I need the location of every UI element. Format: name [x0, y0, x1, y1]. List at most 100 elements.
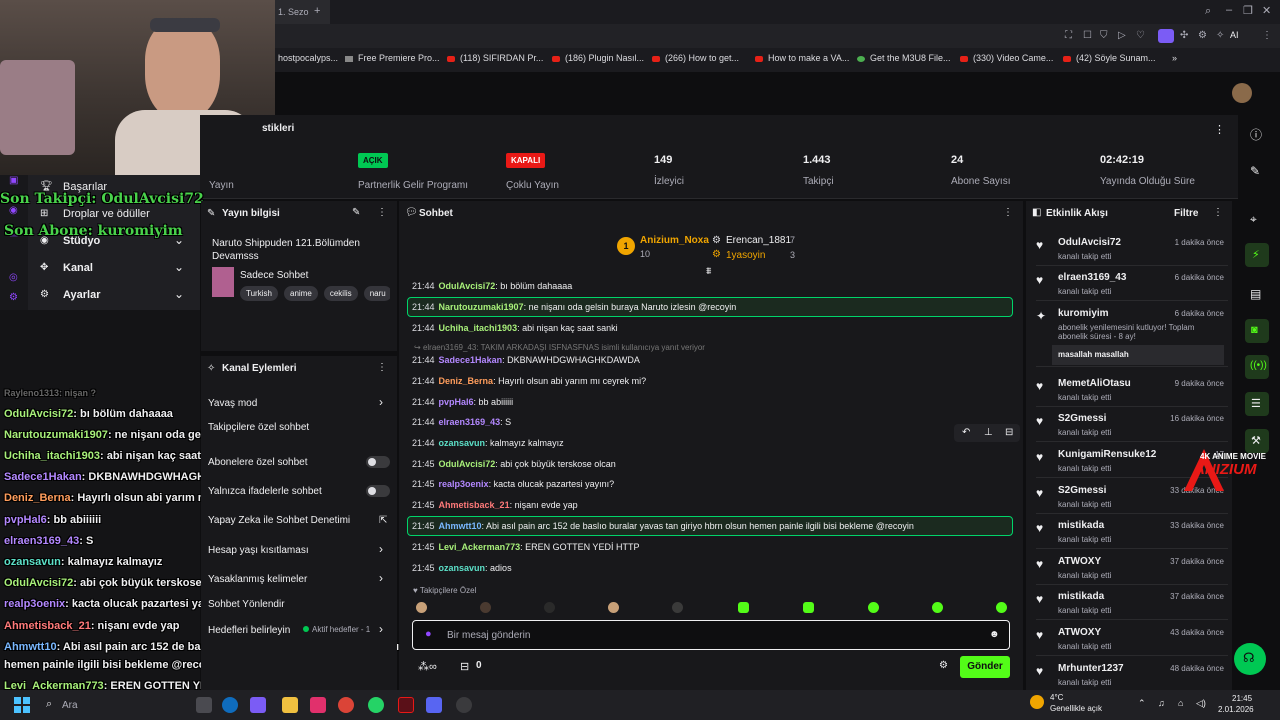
- action-raid[interactable]: Sohbet Yönlendir: [208, 599, 285, 610]
- support-button[interactable]: ☊: [1234, 643, 1266, 675]
- bookmark-item[interactable]: Free Premiere Pro...: [345, 53, 440, 63]
- maximize-icon[interactable]: ❐: [1243, 4, 1253, 17]
- emote[interactable]: [480, 602, 491, 613]
- action-emote-only[interactable]: Yalnızca ifadelerle sohbet: [208, 486, 322, 497]
- instagram-icon[interactable]: [310, 697, 326, 713]
- chat-username[interactable]: Sadece1Hakan: [439, 355, 503, 365]
- bookmarks-overflow-icon[interactable]: »: [1172, 53, 1177, 63]
- taskview-icon[interactable]: [196, 697, 212, 713]
- emote[interactable]: [738, 602, 749, 613]
- chat-message[interactable]: 21:44 Uchiha_itachi1903: abi nişan kaç sa…: [412, 323, 618, 333]
- subs-only-toggle[interactable]: [366, 456, 390, 468]
- screenshot-icon[interactable]: ⛶: [1065, 30, 1072, 41]
- shield-icon[interactable]: ⛉: [1100, 30, 1108, 41]
- chat-button[interactable]: ◙: [1245, 319, 1269, 343]
- action-goals[interactable]: Hedefleri belirleyin: [208, 625, 290, 636]
- chat-message[interactable]: 21:44 pvpHal6: bb abiiiiii: [412, 397, 513, 407]
- leader-name[interactable]: Erencan_1881: [726, 235, 791, 246]
- taskbar-search-icon[interactable]: ⌕: [46, 698, 52, 711]
- chat-username[interactable]: OdulAvcisi72: [439, 459, 496, 469]
- obs-icon[interactable]: [456, 697, 472, 713]
- action-banned-words[interactable]: Yasaklanmış kelimeler: [208, 574, 307, 585]
- heart-outline-icon[interactable]: ♡: [1136, 30, 1145, 41]
- chat-username[interactable]: Narutouzumaki1907: [439, 302, 524, 312]
- volume-icon[interactable]: ◁): [1196, 698, 1206, 709]
- ai-label[interactable]: AI: [1230, 30, 1239, 40]
- emote[interactable]: [932, 602, 943, 613]
- action-slow-mode[interactable]: Yavaş mod: [208, 398, 257, 409]
- weather-icon[interactable]: [1030, 695, 1044, 709]
- bookmark-item[interactable]: hostpocalyps...: [278, 53, 338, 63]
- copilot-icon[interactable]: [250, 697, 266, 713]
- new-tab-icon[interactable]: +: [314, 5, 320, 17]
- chat-message[interactable]: 21:44 OdulAvcisi72: bı bölüm dahaaaa: [412, 281, 572, 291]
- emote[interactable]: [803, 602, 814, 613]
- activity-item[interactable]: ♥ ATWOXY kanalı takip etti 37 dakika önce: [1036, 555, 1228, 585]
- pin-icon[interactable]: ⩩: [706, 266, 711, 277]
- chrome-icon[interactable]: [338, 697, 354, 713]
- chat-message[interactable]: 21:44 Sadece1Hakan: DKBNAWHDGWHAGHKDAWDA: [412, 355, 640, 365]
- activity-item[interactable]: ♥ elraen3169_43 kanalı takip etti 6 dakika …: [1036, 271, 1228, 301]
- action-account-age[interactable]: Hesap yaşı kısıtlaması: [208, 545, 309, 556]
- chat-message[interactable]: 21:45 Ahmetisback_21: nişanı evde yap: [412, 500, 578, 510]
- puzzle-icon[interactable]: ✣: [1180, 30, 1188, 41]
- chat-username[interactable]: ozansavun: [439, 438, 486, 448]
- play-icon[interactable]: ▷: [1118, 30, 1126, 41]
- activity-item[interactable]: ♥ mistikada kanalı takip etti 33 dakika önc…: [1036, 519, 1228, 549]
- action-subs-only[interactable]: Abonelere özel sohbet: [208, 457, 308, 468]
- minimize-icon[interactable]: –: [1226, 4, 1232, 16]
- close-icon[interactable]: ✕: [1262, 4, 1271, 17]
- settings-icon[interactable]: ⚙: [1198, 30, 1207, 41]
- layout-button[interactable]: ☰: [1245, 392, 1269, 416]
- rail-icon[interactable]: ◎: [9, 272, 18, 283]
- opera-icon[interactable]: [398, 697, 414, 713]
- tag[interactable]: anime: [284, 286, 318, 301]
- chat-message[interactable]: 21:44 Narutouzumaki1907: ne nişanı oda ge…: [412, 302, 736, 312]
- bookmark-item[interactable]: How to make a VA...: [755, 53, 849, 63]
- browser-tab[interactable]: 1. Sezo: [270, 0, 330, 24]
- chat-message[interactable]: 21:44 elraen3169_43: S: [412, 417, 511, 427]
- points-icon[interactable]: ⁂∞: [418, 660, 437, 673]
- activity-item[interactable]: ♥ ATWOXY kanalı takip etti 43 dakika önce: [1036, 626, 1228, 656]
- chat-message[interactable]: 21:45 Levi_Ackerman773: EREN GOTTEN YEDİ …: [412, 542, 639, 552]
- pencil-icon[interactable]: ✎: [1250, 164, 1260, 178]
- emote[interactable]: [672, 602, 683, 613]
- taskbar-search[interactable]: Ara: [62, 700, 78, 711]
- emote[interactable]: [868, 602, 879, 613]
- discord-icon[interactable]: [426, 697, 442, 713]
- tag[interactable]: naru: [363, 286, 390, 301]
- rail-icon[interactable]: ▣: [9, 175, 18, 186]
- document-icon[interactable]: ▤: [1250, 287, 1261, 301]
- activity-item[interactable]: ✦ kuromiyim abonelik yenilemesini kutluyor…: [1036, 307, 1228, 367]
- tray-chevron-icon[interactable]: ⌃: [1138, 698, 1146, 709]
- chat-message[interactable]: 21:45 realp3oenix: kacta olucak pazartesi…: [412, 479, 614, 489]
- chat-message[interactable]: 21:45 OdulAvcisi72: abi çok büyük terskos…: [412, 459, 616, 469]
- activity-item[interactable]: ♥ MemetAliOtasu kanalı takip etti 9 dakika …: [1036, 377, 1228, 407]
- chat-username[interactable]: ozansavun: [439, 563, 486, 573]
- target-icon[interactable]: ⌖: [1250, 212, 1257, 227]
- send-button[interactable]: Gönder: [960, 656, 1010, 678]
- emote[interactable]: [608, 602, 619, 613]
- menu-item-settings[interactable]: ⚙ Ayarlar ⌄: [40, 287, 190, 301]
- chat-username[interactable]: realp3oenix: [439, 479, 489, 489]
- whatsapp-icon[interactable]: [368, 697, 384, 713]
- microphone-icon[interactable]: ●: [425, 628, 432, 640]
- pin-icon[interactable]: ⊥: [984, 427, 993, 438]
- bookmark-item[interactable]: (266) How to get...: [652, 53, 739, 63]
- more-icon[interactable]: ⋮: [1213, 207, 1223, 218]
- ai-icon[interactable]: ✧: [1216, 30, 1224, 41]
- more-icon[interactable]: ⋮: [377, 362, 387, 373]
- tag[interactable]: Turkish: [240, 286, 278, 301]
- edge-icon[interactable]: [222, 697, 238, 713]
- bookmark-item[interactable]: (330) Video Came...: [960, 53, 1053, 63]
- settings-icon[interactable]: ⚙: [9, 292, 18, 303]
- delete-icon[interactable]: ⊟: [1005, 427, 1013, 438]
- info-icon[interactable]: ⓘ: [1250, 126, 1262, 143]
- action-ai-moderation[interactable]: Yapay Zeka ile Sohbet Denetimi: [208, 515, 350, 526]
- emote[interactable]: [996, 602, 1007, 613]
- chat-username[interactable]: elraen3169_43: [439, 417, 501, 427]
- chat-username[interactable]: Uchiha_itachi1903: [439, 323, 518, 333]
- windows-start-icon[interactable]: [14, 697, 30, 713]
- bookmark-item[interactable]: (186) Plugin Nasıl...: [552, 53, 644, 63]
- extension-icon[interactable]: [1158, 29, 1174, 43]
